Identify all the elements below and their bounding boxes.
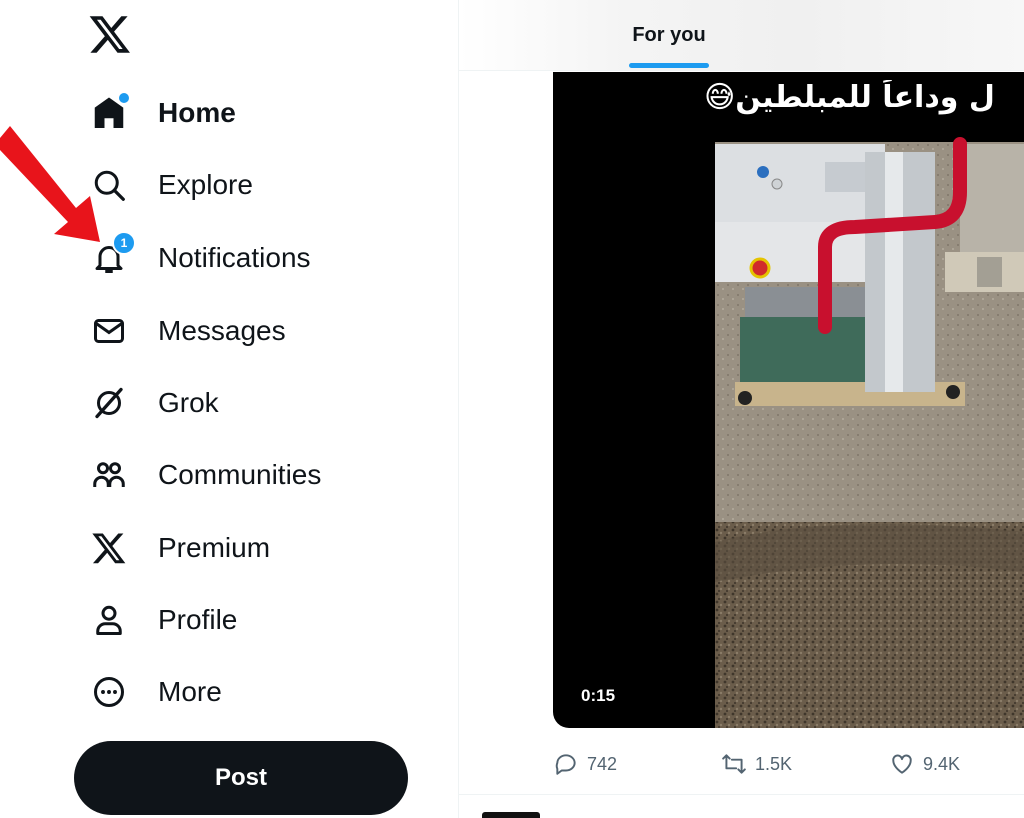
timeline-header: For you <box>459 0 1024 71</box>
sidebar-item-grok[interactable]: Grok <box>88 378 219 428</box>
reply-count: 742 <box>587 753 618 774</box>
sidebar: Home Explore 1 Notifications Messages Gr… <box>0 0 458 818</box>
like-count: 9.4K <box>923 753 961 774</box>
unread-dot <box>117 91 131 105</box>
annotation-arrow-icon <box>0 126 100 242</box>
sidebar-item-label: Explore <box>158 169 253 200</box>
sidebar-item-more[interactable]: More <box>88 667 222 717</box>
repost-icon <box>722 754 746 774</box>
heart-icon <box>892 754 912 774</box>
tab-active-indicator <box>629 63 709 68</box>
x-logo-icon[interactable] <box>88 12 132 56</box>
tweet-actions: 742 1.5K 9.4K <box>553 744 1024 784</box>
envelope-icon <box>88 310 130 352</box>
sidebar-item-communities[interactable]: Communities <box>88 450 321 500</box>
like-button[interactable]: 9.4K <box>889 744 960 784</box>
sidebar-item-notifications[interactable]: 1 Notifications <box>88 231 311 283</box>
next-tweet-avatar <box>482 812 540 818</box>
video-duration: 0:15 <box>581 686 616 705</box>
notification-badge: 1 <box>112 231 136 255</box>
sidebar-item-label: Messages <box>158 315 286 346</box>
sidebar-item-profile[interactable]: Profile <box>88 595 237 645</box>
sidebar-item-label: Premium <box>158 532 271 563</box>
tab-label: For you <box>632 23 706 46</box>
sidebar-item-premium[interactable]: Premium <box>88 523 270 573</box>
sidebar-item-label: Communities <box>158 459 322 490</box>
video-frame <box>715 137 1024 728</box>
sidebar-item-label: Notifications <box>158 242 311 273</box>
sidebar-item-label: More <box>158 676 222 707</box>
x-logo-icon <box>88 527 130 569</box>
more-circle-icon <box>88 671 130 713</box>
sidebar-item-messages[interactable]: Messages <box>88 306 286 356</box>
people-icon <box>88 454 130 496</box>
video-caption: ل وداعاً للمبلطين😅 <box>704 80 995 115</box>
tab-for-you[interactable]: For you <box>609 0 729 70</box>
reply-icon <box>555 754 576 775</box>
column-divider <box>458 0 459 818</box>
sidebar-item-label: Grok <box>158 387 219 418</box>
repost-button[interactable]: 1.5K <box>721 744 792 784</box>
repost-count: 1.5K <box>755 753 793 774</box>
person-icon <box>88 599 130 641</box>
sidebar-item-label: Profile <box>158 604 238 635</box>
post-button[interactable]: Post <box>74 741 408 815</box>
reply-button[interactable]: 742 <box>553 744 617 784</box>
tweet-divider <box>459 794 1024 795</box>
sidebar-item-label: Home <box>158 97 236 128</box>
video-player[interactable]: ل وداعاً للمبلطين😅 0:15 <box>553 72 1024 728</box>
grok-icon <box>88 382 130 424</box>
